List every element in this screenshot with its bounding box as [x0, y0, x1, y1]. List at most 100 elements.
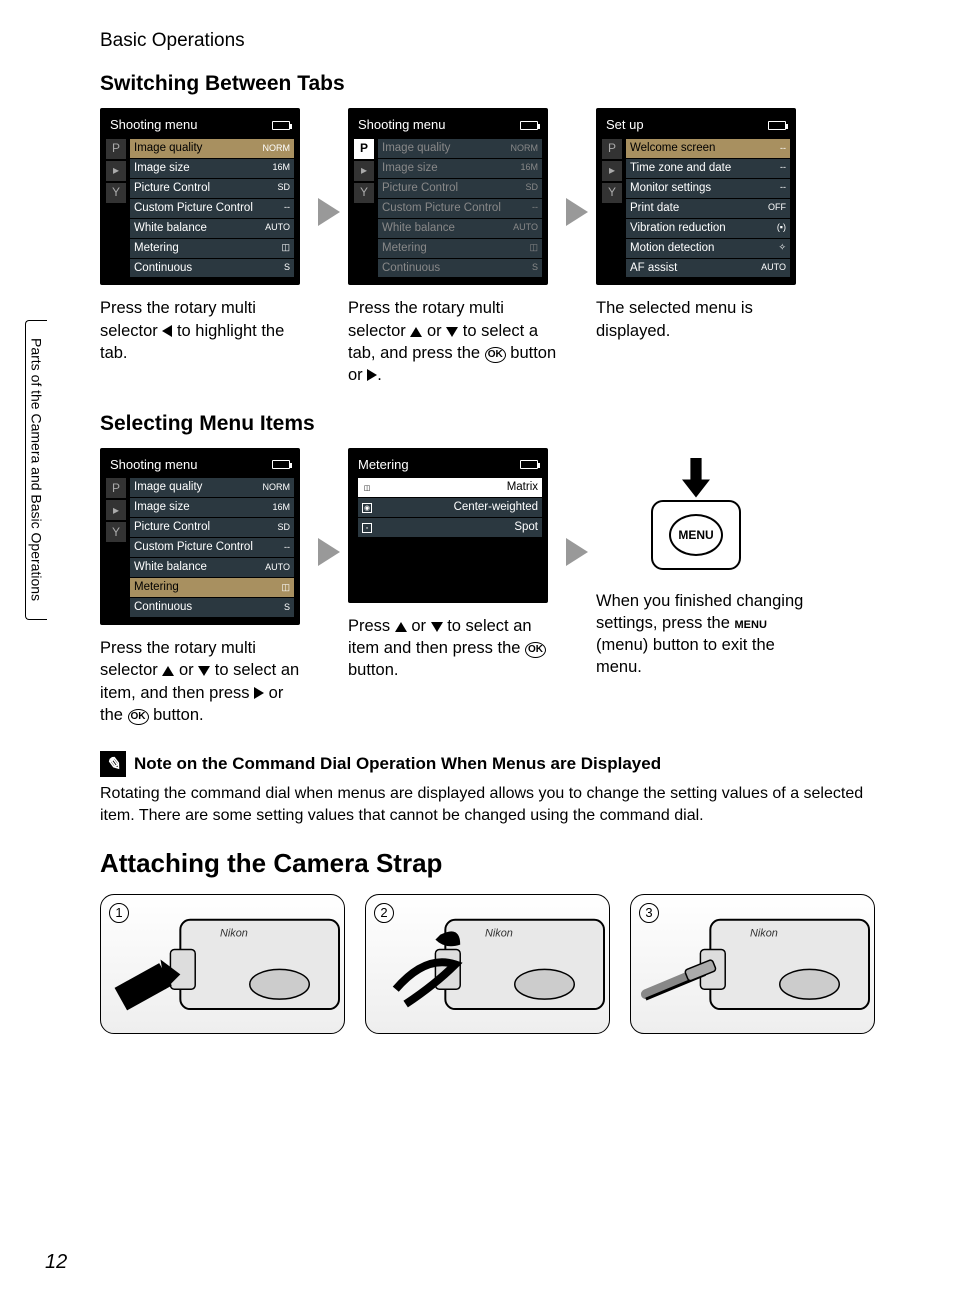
- shooting-menu-dim: Shooting menu P ▸ Y Image qualityNORMIma…: [348, 108, 548, 285]
- menu-button-illustration: MENU: [651, 500, 741, 570]
- metering-mode-icon: ▫: [362, 523, 372, 533]
- menu-row: ContinuousS: [130, 259, 294, 278]
- menu-row-label: Picture Control: [134, 181, 210, 196]
- menu-row: Image size 16M: [378, 159, 542, 178]
- section-title-selecting: Selecting Menu Items: [100, 412, 894, 436]
- selecting-caption-3: When you finished changing settings, pre…: [596, 590, 806, 679]
- menu-row-value: --: [532, 202, 538, 214]
- metering-mode-icon: ◫: [362, 483, 372, 493]
- menu-row-label: White balance: [134, 560, 207, 575]
- menu-row-value: ✧: [778, 242, 786, 254]
- left-arrow-icon: [162, 325, 172, 337]
- menu-row-value: NORM: [263, 482, 291, 494]
- menu-row: Metering ◫: [130, 239, 294, 258]
- menu-row-label: Image size: [382, 161, 438, 176]
- tab-play-icon: ▸: [354, 161, 374, 181]
- menu-row-label: Custom Picture Control: [134, 540, 253, 555]
- tab-p-icon: P: [106, 478, 126, 498]
- menu-row: Picture ControlSD: [130, 518, 294, 537]
- menu-row: Welcome screen--: [626, 139, 790, 158]
- menu-row-value: AUTO: [265, 222, 290, 234]
- svg-text:Nikon: Nikon: [220, 927, 248, 939]
- menu-row-label: Continuous: [134, 600, 192, 615]
- menu-row-value: 16M: [272, 502, 290, 514]
- switching-caption-3: The selected menu is displayed.: [596, 297, 806, 342]
- menu-row-label: Metering: [382, 241, 427, 256]
- menu-row-value: S: [284, 602, 290, 614]
- menu-row: Metering◫: [130, 578, 294, 597]
- menu-row-label: Metering: [134, 241, 179, 256]
- tab-play-icon: ▸: [602, 161, 622, 181]
- svg-text:Nikon: Nikon: [485, 927, 513, 939]
- menu-row-label: Matrix: [507, 480, 538, 495]
- menu-row-label: Image quality: [134, 141, 202, 156]
- menu-row-value: AUTO: [265, 562, 290, 574]
- selecting-row: Shooting menu P ▸ Y Image qualityNORMIma…: [100, 448, 894, 727]
- menu-row: White balance AUTO: [130, 219, 294, 238]
- menu-row-label: Custom Picture Control: [134, 201, 253, 216]
- menu-row: ContinuousS: [378, 259, 542, 278]
- menu-word: MENU: [735, 619, 767, 631]
- flow-arrow-icon: [318, 538, 340, 566]
- menu-row-value: 16M: [272, 162, 290, 174]
- note-title: Note on the Command Dial Operation When …: [134, 754, 661, 774]
- menu-row-label: Time zone and date: [630, 161, 731, 176]
- menu-row-value: --: [284, 542, 290, 554]
- menu-row-value: --: [780, 182, 786, 194]
- menu-row: Print dateOFF: [626, 199, 790, 218]
- battery-icon: [272, 460, 290, 469]
- selecting-caption-1: Press the rotary multi selector or to se…: [100, 637, 310, 726]
- menu-row-label: White balance: [382, 221, 455, 236]
- menu-row-label: Image size: [134, 500, 190, 515]
- shooting-menu-metering: Shooting menu P ▸ Y Image qualityNORMIma…: [100, 448, 300, 625]
- strap-row: 1 Nikon 2 Nikon 3 Nikon: [100, 894, 894, 1034]
- menu-row-value: 16M: [520, 162, 538, 174]
- down-arrow-icon: [446, 327, 458, 337]
- menu-row: White balance AUTO: [130, 558, 294, 577]
- up-arrow-icon: [410, 327, 422, 337]
- selecting-col-3: MENU When you finished changing settings…: [596, 448, 806, 679]
- svg-text:Nikon: Nikon: [750, 927, 778, 939]
- menu-title-text: Shooting menu: [110, 457, 197, 474]
- menu-row-label: White balance: [134, 221, 207, 236]
- tab-play-icon: ▸: [106, 161, 126, 181]
- selecting-col-2: Metering ◫Matrix◉Center-weighted▫Spot Pr…: [348, 448, 558, 682]
- menu-row-value: NORM: [511, 143, 539, 155]
- menu-button-diagram: MENU: [596, 458, 796, 578]
- menu-row: AF assistAUTO: [626, 259, 790, 278]
- menu-row-label: Image size: [134, 161, 190, 176]
- up-arrow-icon: [162, 666, 174, 676]
- menu-row-label: Continuous: [382, 261, 440, 276]
- menu-row-value: ◫: [281, 242, 290, 254]
- menu-row: ▫Spot: [358, 518, 542, 537]
- menu-row: Image qualityNORM: [378, 139, 542, 158]
- menu-row-label: Image quality: [134, 480, 202, 495]
- camera-illustration: Nikon: [631, 895, 874, 1034]
- tab-play-icon: ▸: [106, 500, 126, 520]
- menu-row: ◉ Center-weighted: [358, 498, 542, 517]
- setup-menu: Set up P ▸ Y Welcome screen--Time zone a…: [596, 108, 796, 285]
- flow-arrow-icon: [566, 538, 588, 566]
- side-tab: Parts of the Camera and Basic Operations: [25, 320, 47, 620]
- selecting-col-1: Shooting menu P ▸ Y Image qualityNORMIma…: [100, 448, 310, 727]
- menu-row-value: (▪): [777, 222, 786, 234]
- menu-row: Picture ControlSD: [130, 179, 294, 198]
- metering-mode-icon: ◉: [362, 503, 372, 513]
- menu-row: ◫ Matrix: [358, 478, 542, 497]
- menu-row: Image quality NORM: [130, 478, 294, 497]
- ok-button-icon: OK: [485, 347, 506, 363]
- menu-row-value: --: [780, 162, 786, 174]
- menu-row: Image size 16M: [130, 159, 294, 178]
- battery-icon: [272, 121, 290, 130]
- menu-row-label: Picture Control: [134, 520, 210, 535]
- note-icon: ✎: [100, 751, 126, 777]
- menu-row: Image qualityNORM: [130, 139, 294, 158]
- menu-row-value: OFF: [768, 202, 786, 214]
- strap-step-3: 3 Nikon: [630, 894, 875, 1034]
- menu-row-label: Center-weighted: [454, 500, 538, 515]
- battery-icon: [768, 121, 786, 130]
- menu-row-value: S: [284, 262, 290, 274]
- metering-submenu: Metering ◫Matrix◉Center-weighted▫Spot: [348, 448, 548, 603]
- switching-caption-2: Press the rotary multi selector or to se…: [348, 297, 558, 386]
- switching-row: Shooting menu P ▸ Y Image qualityNORMIma…: [100, 108, 894, 387]
